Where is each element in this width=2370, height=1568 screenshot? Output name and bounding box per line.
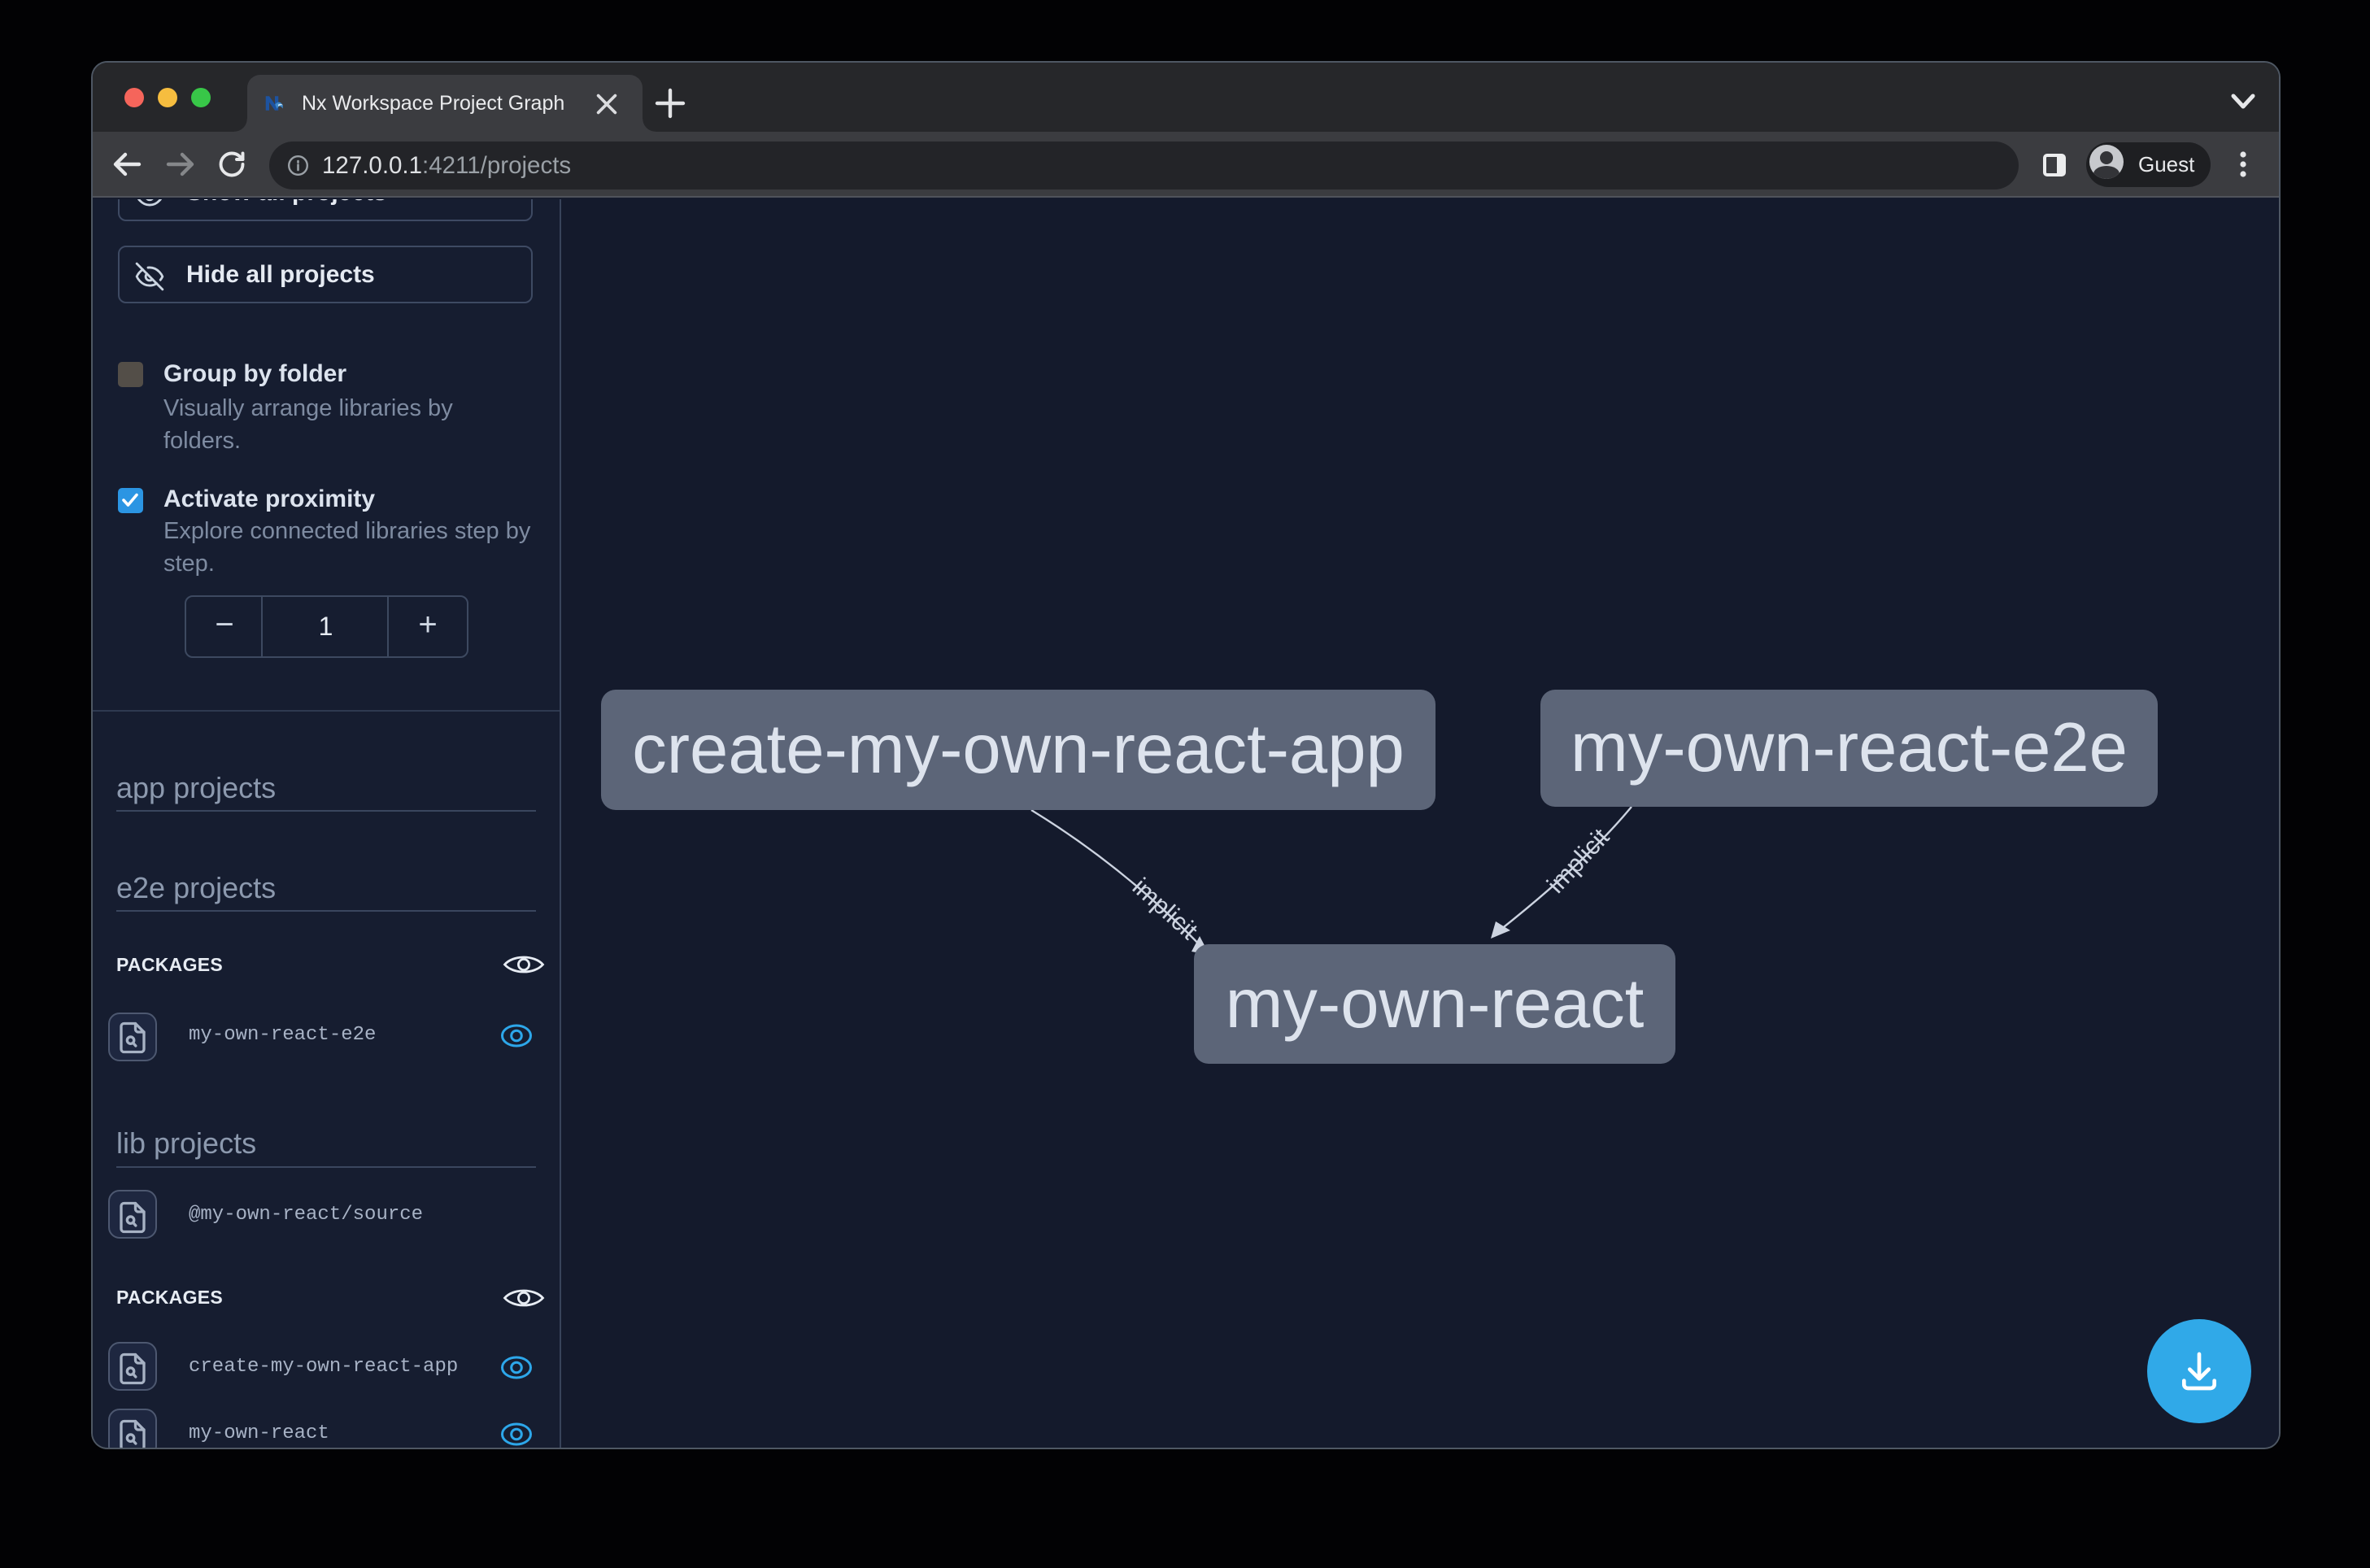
svg-text:implicit: implicit [1541, 822, 1614, 898]
svg-text:implicit: implicit [1127, 872, 1204, 945]
